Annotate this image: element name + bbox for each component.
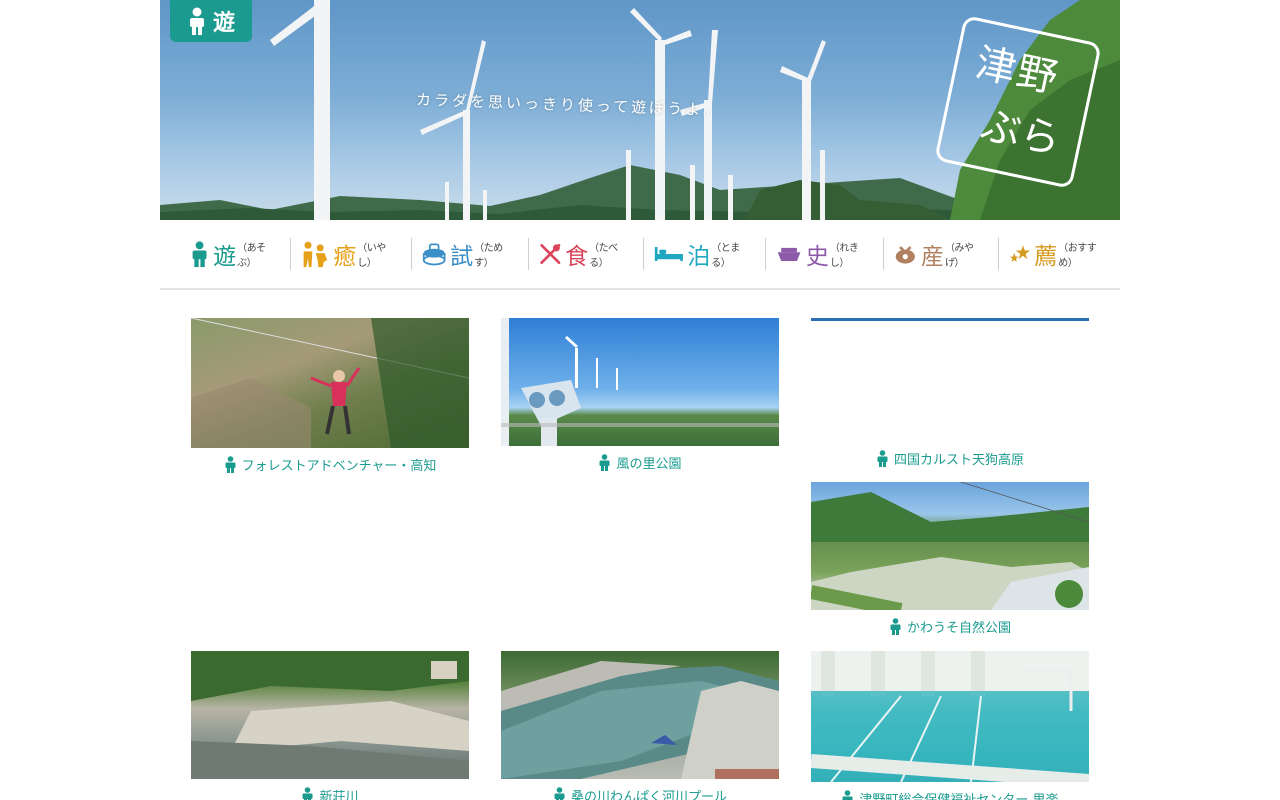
spot-card[interactable]: 風の里公園 bbox=[501, 318, 779, 472]
spot-caption[interactable]: 津野町総合保健福祉センター 里楽 bbox=[811, 789, 1089, 800]
play-person-icon bbox=[302, 787, 313, 800]
spot-photo bbox=[191, 651, 469, 779]
play-person-icon bbox=[554, 787, 565, 800]
history-roof-icon bbox=[777, 247, 801, 261]
spot-photo bbox=[191, 318, 469, 448]
category-badge: 遊 bbox=[170, 0, 252, 42]
category-rekishi[interactable]: 史 （れきし） bbox=[766, 238, 885, 270]
badge-label: 遊 bbox=[212, 11, 235, 36]
play-person-icon bbox=[189, 7, 204, 35]
spot-card[interactable]: かわうそ自然公園 bbox=[811, 482, 1089, 636]
category-reading: （とまる） bbox=[711, 243, 740, 269]
category-kanji: 産 bbox=[920, 244, 944, 270]
category-tomaru[interactable]: 泊 （とまる） bbox=[644, 238, 766, 270]
indoor-pool-photo-art bbox=[811, 651, 1089, 782]
zipline-photo-art bbox=[191, 318, 469, 448]
spot-photo bbox=[811, 482, 1089, 610]
spot-title: 風の里公園 bbox=[616, 457, 682, 472]
category-reading: （あそぶ） bbox=[237, 243, 266, 269]
spot-caption[interactable]: 風の里公園 bbox=[501, 453, 779, 472]
page: 遊 カラダを思いっきり使って遊ぼうよ。 津野 ぶら 遊 （あそぶ） 癒 （いやし… bbox=[0, 0, 1280, 800]
spot-photo bbox=[501, 318, 779, 446]
category-reading: （いやし） bbox=[357, 243, 386, 269]
river-pool-photo-art bbox=[501, 661, 779, 779]
play-person-icon bbox=[192, 241, 207, 268]
category-reading: （たべる） bbox=[589, 243, 618, 269]
play-person-icon bbox=[599, 454, 610, 471]
category-osusume[interactable]: 薦 （おすすめ） bbox=[999, 238, 1120, 270]
spot-title: 新荘川 bbox=[319, 790, 359, 800]
spot-title: 津野町総合保健福祉センター 里楽 bbox=[859, 789, 1058, 800]
category-kanji: 遊 bbox=[213, 244, 237, 270]
spot-card[interactable]: 四国カルスト天狗高原 bbox=[811, 318, 1089, 468]
category-reading: （ためす） bbox=[474, 243, 503, 269]
spot-title: フォレストアドベンチャー・高知 bbox=[241, 459, 437, 474]
spot-card[interactable]: 新荘川 bbox=[191, 651, 469, 800]
park-photo-art bbox=[811, 482, 1089, 610]
spot-photo bbox=[811, 651, 1089, 782]
category-kanji: 薦 bbox=[1034, 244, 1058, 270]
spot-title: 四国カルスト天狗高原 bbox=[893, 453, 1024, 468]
river-photo-art bbox=[191, 651, 469, 779]
spot-card[interactable]: フォレストアドベンチャー・高知 bbox=[191, 318, 469, 474]
spot-photo bbox=[501, 651, 779, 779]
play-person-icon bbox=[225, 456, 236, 473]
spot-card[interactable]: 桑の川わんぱく河川プール bbox=[501, 651, 779, 800]
category-reading: （れきし） bbox=[829, 243, 859, 269]
spot-card[interactable]: 津野町総合保健福祉センター 里楽 bbox=[811, 651, 1089, 800]
category-reading: （おすすめ） bbox=[1058, 243, 1097, 269]
category-kanji: 食 bbox=[565, 244, 589, 270]
category-miyage[interactable]: 産 （みやげ） bbox=[884, 238, 1000, 270]
spot-caption[interactable]: 四国カルスト天狗高原 bbox=[811, 449, 1089, 468]
experience-pot-icon bbox=[422, 243, 446, 266]
spot-caption[interactable]: かわうそ自然公園 bbox=[811, 617, 1089, 636]
logo-line1: 津野 bbox=[971, 39, 1064, 103]
category-kanji: 史 bbox=[805, 244, 829, 270]
play-person-icon bbox=[842, 790, 853, 800]
category-reading: （みやげ） bbox=[944, 243, 974, 269]
spot-photo bbox=[811, 318, 1089, 442]
category-taberu[interactable]: 食 （たべる） bbox=[529, 238, 644, 270]
souvenir-icon bbox=[896, 246, 916, 264]
spot-caption[interactable]: 桑の川わんぱく河川プール bbox=[501, 786, 779, 800]
category-iyashi[interactable]: 癒 （いやし） bbox=[291, 238, 412, 270]
relax-people-icon bbox=[303, 241, 328, 268]
play-person-icon bbox=[890, 618, 901, 635]
hero-banner: 遊 カラダを思いっきり使って遊ぼうよ。 津野 ぶら bbox=[160, 0, 1120, 220]
spot-title: 桑の川わんぱく河川プール bbox=[570, 790, 727, 800]
spot-caption[interactable]: 新荘川 bbox=[191, 786, 469, 800]
binocular-photo-art bbox=[501, 318, 779, 446]
category-asobu[interactable]: 遊 （あそぶ） bbox=[180, 238, 292, 270]
spot-title: かわうそ自然公園 bbox=[906, 621, 1011, 636]
category-kanji: 癒 bbox=[333, 244, 357, 270]
recommend-stars-icon bbox=[1010, 245, 1031, 262]
spot-caption[interactable]: フォレストアドベンチャー・高知 bbox=[191, 455, 469, 474]
category-kanji: 泊 bbox=[687, 244, 711, 270]
category-tamesu[interactable]: 試 （ためす） bbox=[412, 238, 529, 270]
category-kanji: 試 bbox=[450, 244, 474, 270]
fork-spoon-icon bbox=[539, 243, 560, 265]
bed-icon bbox=[654, 247, 683, 261]
play-person-icon bbox=[877, 450, 888, 467]
category-nav: 遊 （あそぶ） 癒 （いやし） 試 （ためす） 食 （たべる） 泊 （とまる） … bbox=[160, 220, 1120, 290]
